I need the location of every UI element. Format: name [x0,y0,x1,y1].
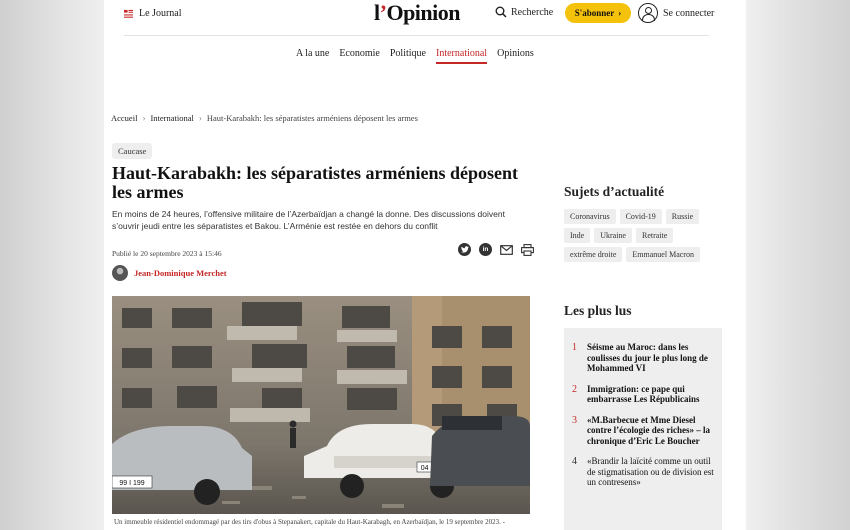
header-divider [124,35,709,36]
logo-part2: Opinion [386,0,460,25]
main-nav: A la une Economie Politique Internationa… [296,48,534,64]
popular-item[interactable]: 4 «Brandir la laïcité comme un outil de … [572,456,714,488]
article-lede: En moins de 24 heures, l’offensive milit… [112,209,505,231]
journal-label: Le Journal [139,8,182,19]
subscribe-label: S'abonner [574,8,615,18]
topic-chip[interactable]: extrême droite [564,247,623,262]
site-logo[interactable]: l’Opinion [374,0,460,26]
article-title: Haut-Karabakh: les séparatistes arménien… [112,163,518,202]
popular-rank: 3 [572,414,577,426]
author-byline[interactable]: Jean-Dominique Merchet [112,265,227,281]
popular-title: Les plus lus [564,303,632,318]
popular-headline[interactable]: «Brandir la laïcité comme un outil de st… [587,456,714,488]
topic-chip[interactable]: Inde [564,228,591,243]
search-icon [495,6,507,18]
popular-rank: 2 [572,383,577,395]
photo-caption: Un immeuble résidentiel endommagé par de… [114,518,505,526]
popular-headline[interactable]: «M.Barbecue et Mme Diesel contre l’écolo… [587,415,714,447]
print-icon[interactable] [521,243,534,256]
chevron-right-icon: › [142,113,146,123]
breadcrumb-home[interactable]: Accueil [111,113,137,123]
nav-item-a-la-une[interactable]: A la une [296,48,329,64]
popular-headline[interactable]: Immigration: ce pape qui embarrasse Les … [587,384,714,405]
chevron-right-icon: › [198,113,202,123]
journal-icon [124,9,133,18]
popular-item[interactable]: 1 Séisme au Maroc: dans les coulisses du… [572,342,714,374]
twitter-icon[interactable] [458,243,471,256]
background-right [746,0,850,530]
popular-list: 1 Séisme au Maroc: dans les coulisses du… [564,328,722,530]
chevron-right-icon: › [618,8,622,18]
popular-rank: 1 [572,342,577,353]
breadcrumb-section[interactable]: International [150,113,193,123]
nav-item-economie[interactable]: Economie [339,48,380,64]
breadcrumb: Accueil › International › Haut-Karabakh:… [111,113,418,123]
journal-link[interactable]: Le Journal [124,8,182,19]
topic-chip[interactable]: Coronavirus [564,209,616,224]
popular-item[interactable]: 2 Immigration: ce pape qui embarrasse Le… [572,384,714,405]
topic-chip[interactable]: Retraite [635,228,674,243]
article-tag[interactable]: Caucase [112,143,153,159]
top-bar: Le Journal l’Opinion Recherche S'abonner… [104,0,746,34]
topic-chip[interactable]: Ukraine [594,228,632,243]
topic-chip[interactable]: Russie [665,209,700,224]
nav-item-politique[interactable]: Politique [390,48,426,64]
article-page: Le Journal l’Opinion Recherche S'abonner… [104,0,746,530]
topic-chip[interactable]: Emmanuel Macron [626,247,700,262]
search-button[interactable]: Recherche [495,6,553,18]
popular-rank: 4 [572,456,577,467]
damaged-building-image: 04 LH 90 99 I 199 [112,296,530,514]
linkedin-icon[interactable]: in [479,243,492,256]
topic-chip[interactable]: Covid-19 [619,209,662,224]
author-avatar [112,265,128,281]
mail-icon[interactable] [500,244,513,255]
author-name[interactable]: Jean-Dominique Merchet [134,268,227,278]
search-label: Recherche [511,6,554,18]
login-button[interactable]: Se connecter [638,3,714,23]
plate-left: 99 I 199 [119,480,144,487]
nav-item-opinions[interactable]: Opinions [497,48,534,64]
article-photo: 04 LH 90 99 I 199 [112,296,530,514]
nav-item-international[interactable]: International [436,48,488,64]
share-bar: in [458,243,534,256]
publish-date: Publié le 20 septembre 2023 à 15:46 [112,249,222,258]
user-icon [638,3,658,23]
topics-title: Sujets d’actualité [564,184,665,199]
breadcrumb-current: Haut-Karabakh: les séparatistes arménien… [206,113,418,123]
popular-headline[interactable]: Séisme au Maroc: dans les coulisses du j… [587,342,714,374]
login-label: Se connecter [663,7,715,19]
subscribe-button[interactable]: S'abonner › [565,3,631,23]
background-left [0,0,104,530]
popular-item[interactable]: 3 «M.Barbecue et Mme Diesel contre l’éco… [572,415,714,447]
topics-list: Coronavirus Covid-19 Russie Inde Ukraine… [564,209,724,262]
